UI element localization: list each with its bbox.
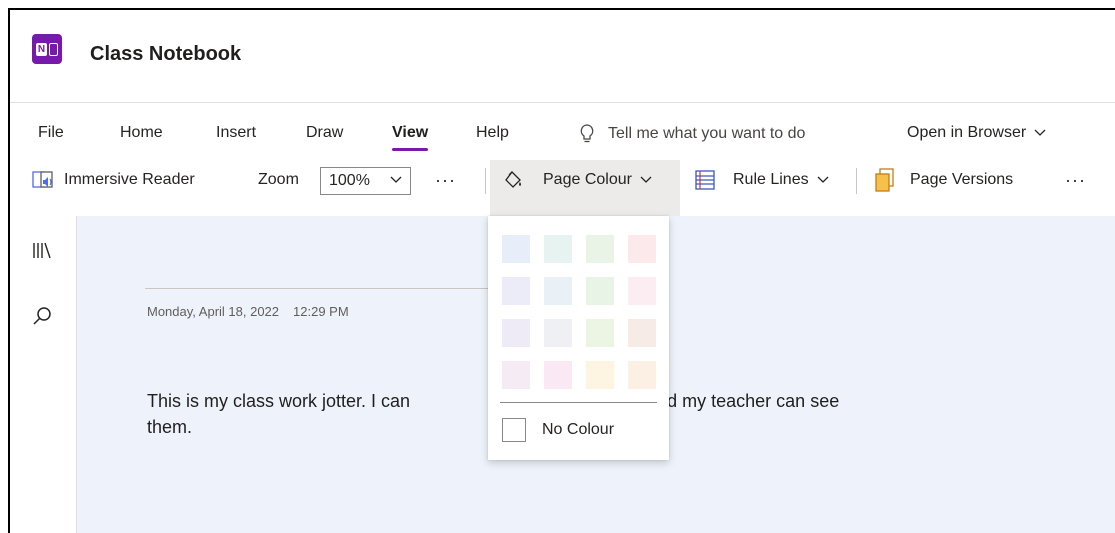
colour-swatch[interactable] xyxy=(586,319,614,347)
more-options-button[interactable]: ··· xyxy=(1065,160,1086,200)
tab-home[interactable]: Home xyxy=(120,124,163,142)
tab-file[interactable]: File xyxy=(38,124,64,142)
tell-me-search[interactable]: Tell me what you want to do xyxy=(580,124,805,144)
more-options-button[interactable]: ··· xyxy=(435,160,456,200)
lightbulb-icon xyxy=(580,124,594,143)
toolbar-divider xyxy=(856,168,857,194)
onenote-logo-icon: N xyxy=(32,34,62,64)
ribbon-toolbar: Immersive Reader Zoom 100% ··· Page Colo… xyxy=(10,160,1115,216)
colour-swatch[interactable] xyxy=(628,319,656,347)
page-colour-label: Page Colour xyxy=(543,171,632,188)
search-icon[interactable] xyxy=(32,306,52,326)
page-timestamp: Monday, April 18, 2022 12:29 PM xyxy=(147,304,349,319)
rule-lines-icon xyxy=(695,170,715,190)
page-time: 12:29 PM xyxy=(293,304,349,319)
colour-swatch[interactable] xyxy=(544,361,572,389)
page-versions-label: Page Versions xyxy=(910,171,1014,188)
colour-swatch[interactable] xyxy=(544,277,572,305)
tab-view[interactable]: View xyxy=(392,124,429,151)
tell-me-placeholder: Tell me what you want to do xyxy=(608,125,806,142)
immersive-reader-icon xyxy=(32,171,53,188)
title-bar: N Class Notebook xyxy=(10,10,1115,103)
navigation-rail xyxy=(10,216,77,533)
zoom-label: Zoom xyxy=(258,171,299,188)
immersive-reader-label: Immersive Reader xyxy=(64,171,195,188)
colour-swatch[interactable] xyxy=(502,235,530,263)
colour-swatch[interactable] xyxy=(502,361,530,389)
open-in-browser-label: Open in Browser xyxy=(907,124,1027,141)
colour-swatch[interactable] xyxy=(628,277,656,305)
page-versions-icon xyxy=(875,168,894,192)
immersive-reader-button[interactable]: Immersive Reader xyxy=(32,160,195,200)
no-colour-label: No Colour xyxy=(542,421,615,438)
notebook-title: Class Notebook xyxy=(90,43,242,65)
rule-lines-label: Rule Lines xyxy=(733,171,809,188)
colour-swatch[interactable] xyxy=(586,235,614,263)
note-text-start: This is my class work jotter. I can xyxy=(147,391,411,411)
note-text-line2: them. xyxy=(147,417,193,437)
paint-bucket-icon xyxy=(505,171,521,188)
page-colour-button[interactable]: Page Colour xyxy=(503,160,652,200)
toolbar-divider xyxy=(485,168,486,194)
notebooks-icon[interactable] xyxy=(32,240,52,260)
page-versions-button[interactable]: Page Versions xyxy=(874,160,1013,200)
zoom-select[interactable]: 100% xyxy=(320,167,411,195)
page-date: Monday, April 18, 2022 xyxy=(147,304,280,319)
open-in-browser-button[interactable]: Open in Browser xyxy=(907,124,1046,142)
colour-swatch[interactable] xyxy=(586,361,614,389)
colour-swatch[interactable] xyxy=(628,361,656,389)
colour-swatch[interactable] xyxy=(502,319,530,347)
rule-lines-button[interactable]: Rule Lines xyxy=(695,160,829,200)
tab-insert[interactable]: Insert xyxy=(216,124,256,142)
colour-swatch[interactable] xyxy=(586,277,614,305)
colour-swatch[interactable] xyxy=(544,235,572,263)
colour-swatch[interactable] xyxy=(544,319,572,347)
no-colour-option[interactable]: No Colour xyxy=(502,418,614,442)
chevron-down-icon xyxy=(817,176,829,183)
zoom-value: 100% xyxy=(329,172,370,189)
menu-divider xyxy=(500,402,657,403)
onenote-window: N Class Notebook File Home Insert Draw V… xyxy=(8,8,1115,533)
colour-swatch[interactable] xyxy=(628,235,656,263)
no-colour-checkbox[interactable] xyxy=(502,418,526,442)
tab-help[interactable]: Help xyxy=(476,124,509,142)
tab-draw[interactable]: Draw xyxy=(306,124,343,142)
page-colour-menu: No Colour xyxy=(488,216,669,460)
colour-swatch[interactable] xyxy=(502,277,530,305)
chevron-down-icon xyxy=(640,176,652,183)
chevron-down-icon xyxy=(1034,129,1046,136)
chevron-down-icon xyxy=(390,176,402,183)
